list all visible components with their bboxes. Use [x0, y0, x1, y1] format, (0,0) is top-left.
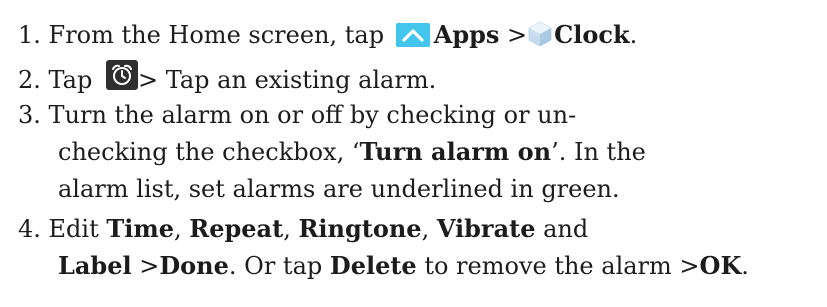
comma-2: , — [283, 215, 299, 243]
delete-label: Delete — [329, 251, 417, 280]
step-3-text-3: alarm list, set alarms are underlined in… — [58, 175, 620, 203]
step-1: 1. From the Home screen, tap Apps > Cloc… — [18, 20, 637, 50]
vibrate-label: Vibrate — [436, 214, 536, 243]
comma-3: , — [421, 215, 437, 243]
step-3-text-2b: ’. In the — [551, 138, 646, 166]
step-3-text-2a: checking the checkbox, ‘ — [58, 138, 360, 166]
clock-label: Clock — [554, 20, 630, 49]
step-1-suffix: . — [629, 21, 638, 49]
step-2: 2. Tap > Tap an existing alarm. — [18, 60, 436, 95]
step-4-line-2: Label >Done. Or tap Delete to remove the… — [58, 251, 749, 281]
step-4-number: 4. — [18, 215, 41, 243]
apps-label: Apps — [433, 20, 500, 49]
step-1-number: 1. — [18, 21, 41, 49]
step-3-line-2: checking the checkbox, ‘Turn alarm on’. … — [58, 137, 646, 167]
done-label: Done — [159, 251, 229, 280]
step-4-end: . — [741, 252, 749, 280]
repeat-label: Repeat — [189, 214, 284, 243]
clock-app-icon — [527, 21, 553, 47]
step-3-text-1: Turn the alarm on or off by checking or … — [40, 101, 577, 129]
time-label: Time — [106, 214, 175, 243]
chevron-up-icon — [395, 23, 430, 47]
turn-alarm-on-label: Turn alarm on — [359, 137, 552, 166]
step-3-line-3: alarm list, set alarms are underlined in… — [58, 174, 620, 204]
instruction-document: 1. From the Home screen, tap Apps > Cloc… — [0, 0, 827, 307]
step-2-number: 2. — [18, 66, 41, 94]
step-4-tail: to remove the alarm > — [416, 252, 700, 280]
step-1-prefix: From the Home screen, tap — [40, 21, 392, 49]
step-2-suffix: > Tap an existing alarm. — [137, 66, 437, 94]
step-1-separator: > — [499, 21, 528, 49]
step-4-text-1a: Edit — [40, 215, 107, 243]
step-3-number: 3. — [18, 101, 41, 129]
and-text: and — [535, 215, 589, 243]
ringtone-label: Ringtone — [298, 214, 422, 243]
step-4-line-1: 4. Edit Time, Repeat, Ringtone, Vibrate … — [18, 214, 588, 244]
comma-1: , — [174, 215, 190, 243]
step-3-line-1: 3. Turn the alarm on or off by checking … — [18, 100, 576, 130]
alarm-clock-icon — [105, 60, 138, 90]
step-4-mid: . Or tap — [228, 252, 330, 280]
gt-1: > — [131, 252, 160, 280]
step-2-prefix: Tap — [40, 66, 100, 94]
ok-label: OK — [699, 251, 742, 280]
label-label: Label — [58, 251, 132, 280]
